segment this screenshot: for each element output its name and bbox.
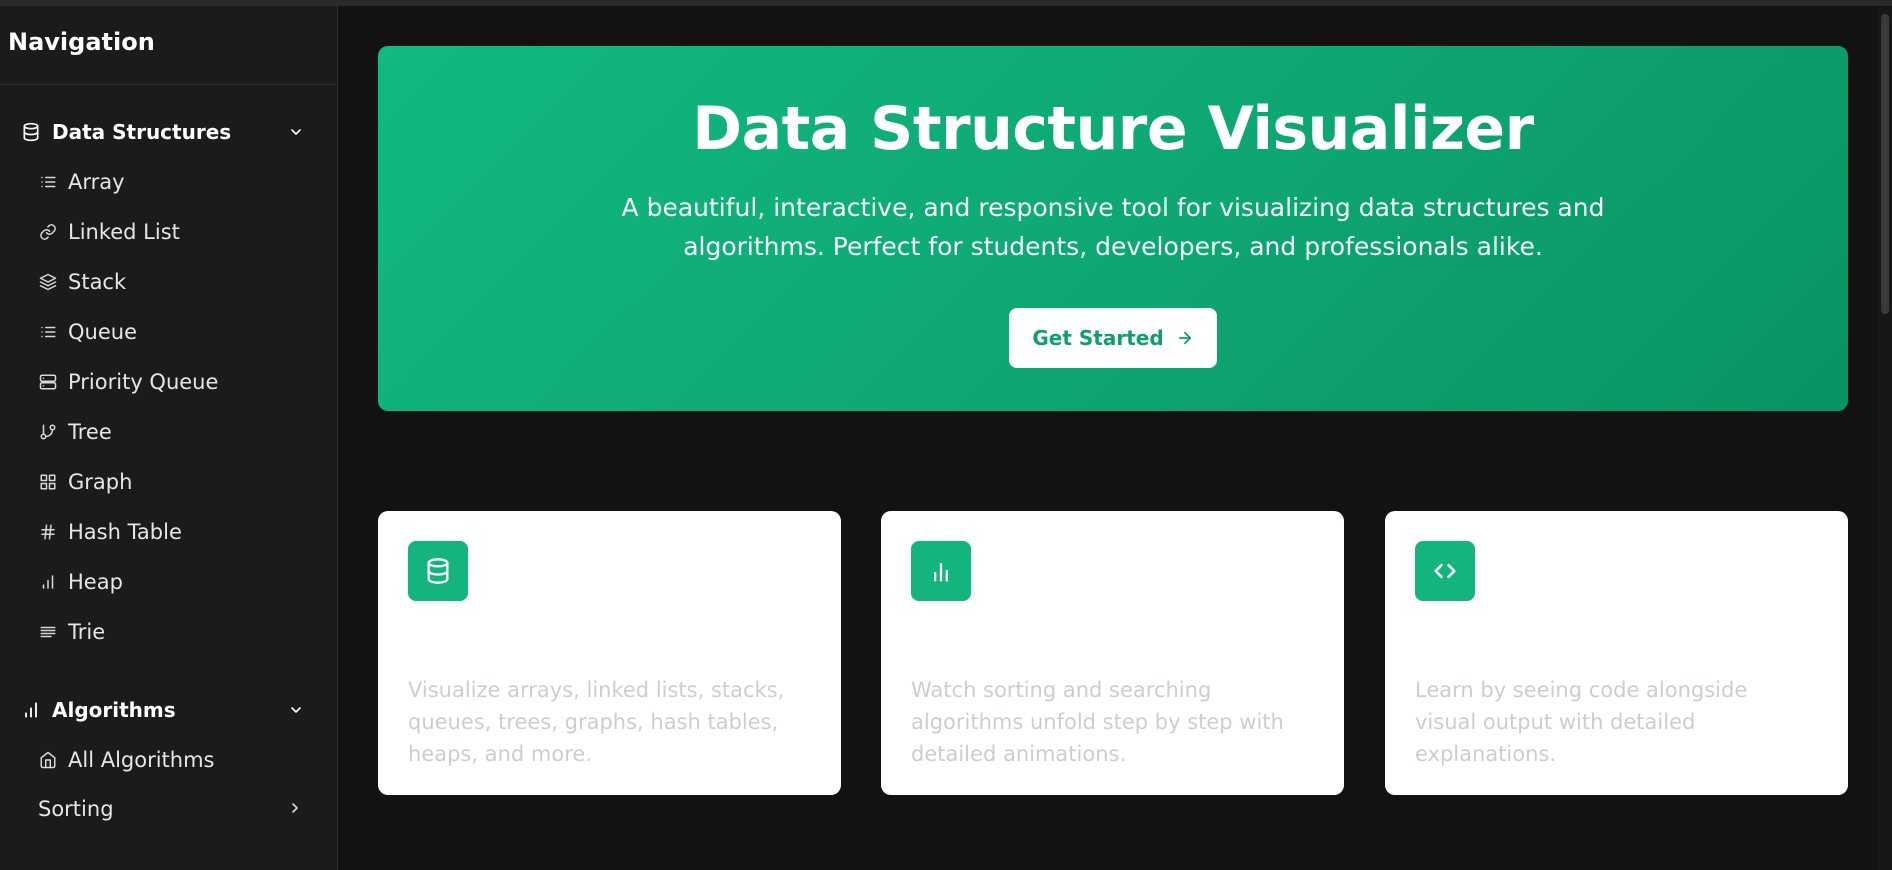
feature-description: Visualize arrays, linked lists, stacks, … bbox=[408, 678, 785, 766]
database-icon bbox=[20, 121, 42, 143]
list-icon bbox=[38, 322, 58, 342]
git-branch-icon bbox=[38, 422, 58, 442]
sidebar-item-label: All Algorithms bbox=[68, 748, 215, 772]
link-icon bbox=[38, 222, 58, 242]
sidebar-item-label: Hash Table bbox=[68, 520, 182, 544]
sidebar-item-tree[interactable]: Tree bbox=[0, 407, 337, 457]
feature-description: Watch sorting and searching algorithms u… bbox=[911, 678, 1284, 766]
sidebar-item-label: Trie bbox=[68, 620, 106, 644]
hash-icon bbox=[38, 522, 58, 542]
feature-card-code: Learn by seeing code alongside visual ou… bbox=[1385, 511, 1848, 795]
sidebar-item-linked-list[interactable]: Linked List bbox=[0, 207, 337, 257]
bar-chart-icon bbox=[38, 572, 58, 592]
sidebar-item-label: Tree bbox=[68, 420, 112, 444]
sidebar-item-label: Sorting bbox=[38, 797, 114, 821]
hero-banner: Data Structure Visualizer A beautiful, i… bbox=[378, 46, 1848, 411]
grid-icon bbox=[38, 472, 58, 492]
hero-subtitle-line-1: A beautiful, interactive, and responsive… bbox=[621, 193, 1605, 222]
page-scrollbar[interactable] bbox=[1878, 6, 1892, 870]
section-label: Algorithms bbox=[52, 698, 176, 722]
sidebar-item-label: Queue bbox=[68, 320, 137, 344]
sidebar-item-hash-table[interactable]: Hash Table bbox=[0, 507, 337, 557]
chevron-down-icon[interactable] bbox=[285, 121, 307, 143]
get-started-label: Get Started bbox=[1032, 326, 1164, 350]
chevron-right-icon[interactable] bbox=[287, 797, 303, 821]
chevron-down-icon[interactable] bbox=[285, 699, 307, 721]
sidebar-item-queue[interactable]: Queue bbox=[0, 307, 337, 357]
sidebar-item-stack[interactable]: Stack bbox=[0, 257, 337, 307]
sidebar-item-heap[interactable]: Heap bbox=[0, 557, 337, 607]
get-started-button[interactable]: Get Started bbox=[1009, 308, 1217, 368]
hero-title: Data Structure Visualizer bbox=[692, 94, 1534, 164]
main-content: Data Structure Visualizer A beautiful, i… bbox=[339, 6, 1892, 870]
sidebar-item-sorting[interactable]: Sorting bbox=[0, 785, 337, 833]
feature-card-algorithms: Watch sorting and searching algorithms u… bbox=[881, 511, 1344, 795]
server-icon bbox=[38, 372, 58, 392]
sidebar-item-priority-queue[interactable]: Priority Queue bbox=[0, 357, 337, 407]
bar-chart-icon bbox=[20, 699, 42, 721]
sidebar-item-label: Stack bbox=[68, 270, 127, 294]
feature-description: Learn by seeing code alongside visual ou… bbox=[1415, 678, 1748, 766]
sidebar-item-array[interactable]: Array bbox=[0, 157, 337, 207]
sidebar-item-trie[interactable]: Trie bbox=[0, 607, 337, 657]
align-left-icon bbox=[38, 622, 58, 642]
sidebar-item-graph[interactable]: Graph bbox=[0, 457, 337, 507]
section-header-data-structures[interactable]: Data Structures bbox=[0, 107, 337, 157]
sidebar-item-label: Linked List bbox=[68, 220, 180, 244]
sidebar-item-all-algorithms[interactable]: All Algorithms bbox=[0, 735, 337, 785]
section-header-algorithms[interactable]: Algorithms bbox=[0, 685, 337, 735]
list-icon bbox=[38, 172, 58, 192]
hero-subtitle: A beautiful, interactive, and responsive… bbox=[613, 188, 1613, 266]
bar-chart-icon bbox=[911, 541, 971, 601]
sidebar-item-label: Graph bbox=[68, 470, 133, 494]
arrow-right-icon bbox=[1176, 329, 1194, 347]
sidebar-item-label: Priority Queue bbox=[68, 370, 219, 394]
sidebar-item-label: Heap bbox=[68, 570, 123, 594]
section-label: Data Structures bbox=[52, 120, 232, 144]
sidebar: Navigation Data Structures Array Linked … bbox=[0, 6, 338, 870]
database-icon bbox=[408, 541, 468, 601]
code-icon bbox=[1415, 541, 1475, 601]
feature-card-data-structures: Visualize arrays, linked lists, stacks, … bbox=[378, 511, 841, 795]
hero-subtitle-line-2: algorithms. Perfect for students, develo… bbox=[683, 232, 1543, 261]
sidebar-title: Navigation bbox=[0, 6, 337, 85]
home-icon bbox=[38, 750, 58, 770]
scrollbar-thumb[interactable] bbox=[1881, 14, 1889, 314]
layers-icon bbox=[38, 272, 58, 292]
sidebar-item-label: Array bbox=[68, 170, 125, 194]
